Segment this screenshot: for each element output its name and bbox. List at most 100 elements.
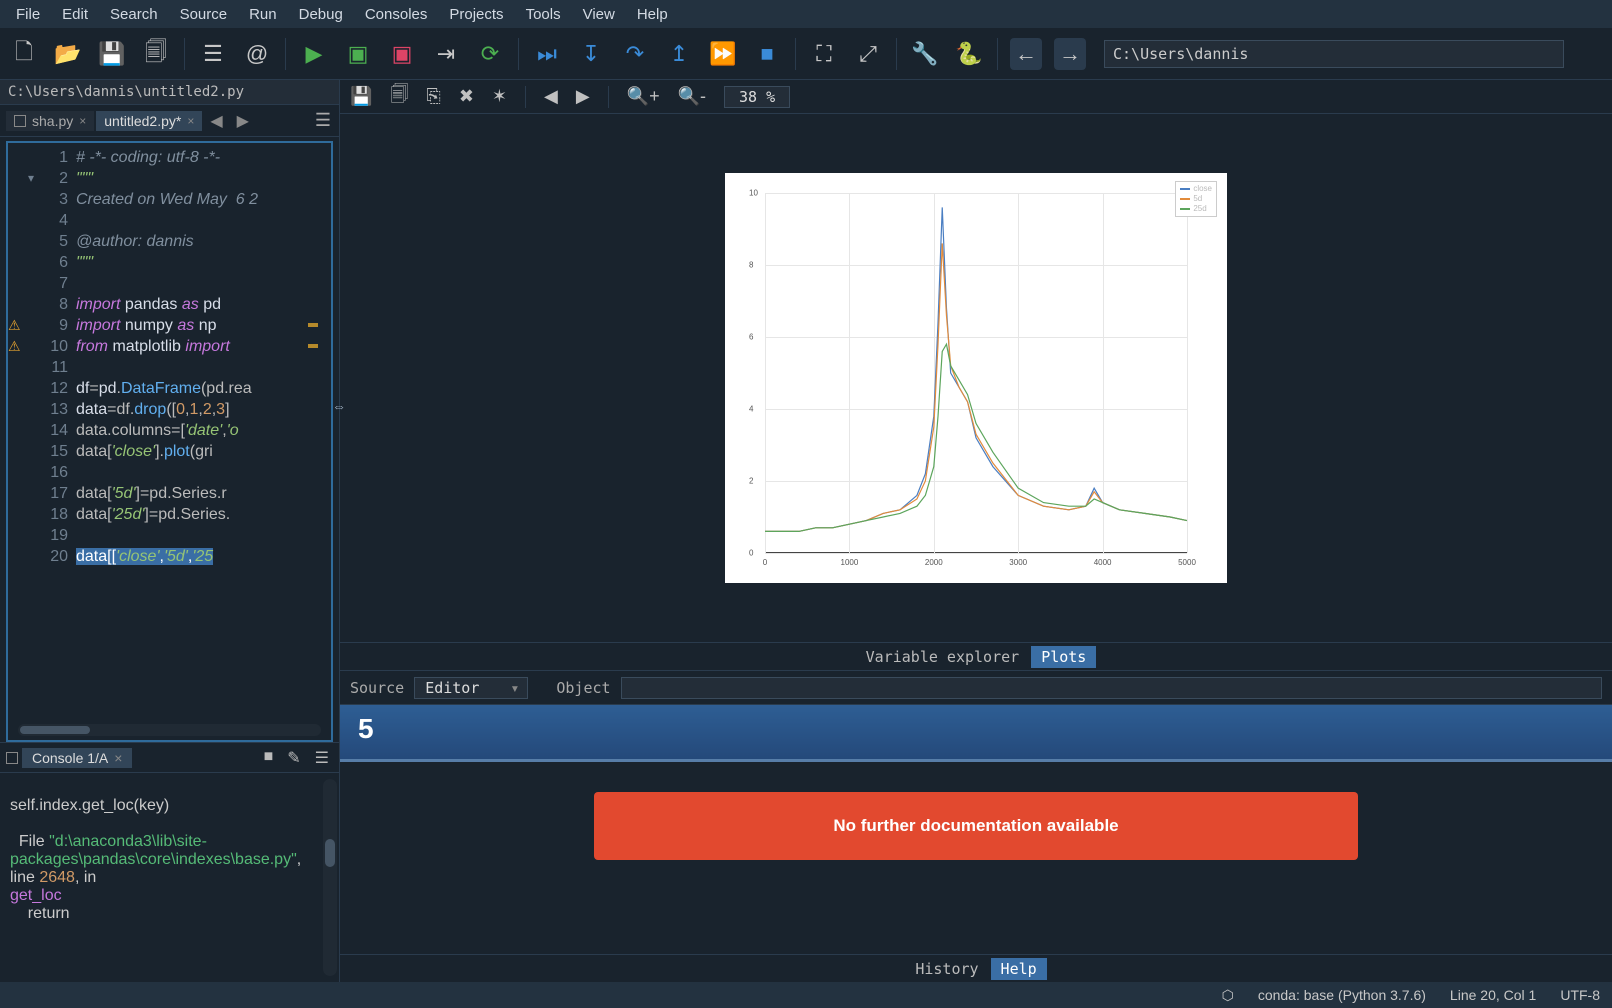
editor-h-scrollbar[interactable] xyxy=(18,724,321,736)
status-cursor: Line 20, Col 1 xyxy=(1450,987,1536,1003)
console-text: "d:\anaconda3\lib\site-packages\pandas\c… xyxy=(10,833,297,868)
open-file-icon[interactable]: 📂 xyxy=(52,38,84,70)
console-pane: Console 1/A × ■ ✎ ☰ self.index.get_loc(k… xyxy=(0,742,339,982)
rerun-icon[interactable]: ⟳ xyxy=(474,38,506,70)
editor-tab-label: untitled2.py* xyxy=(104,113,181,129)
remove-plot-icon[interactable]: ✖ xyxy=(459,86,474,107)
zoom-value: 38 % xyxy=(724,86,790,108)
zoom-out-icon[interactable]: 🔍- xyxy=(678,86,706,107)
splitter-handle-icon[interactable]: ⇔ xyxy=(332,398,346,414)
console-menu-icon[interactable]: ☰ xyxy=(315,748,329,768)
tab-plots[interactable]: Plots xyxy=(1031,646,1096,668)
forward-icon[interactable]: → xyxy=(1054,38,1086,70)
debug-into-icon[interactable]: ↧ xyxy=(575,38,607,70)
console-text: get_loc xyxy=(10,887,62,904)
help-source-combo[interactable]: Editor xyxy=(414,677,528,699)
run-selection-icon[interactable]: ⇥ xyxy=(430,38,462,70)
help-source-label: Source xyxy=(350,679,404,697)
help-object-input[interactable] xyxy=(621,677,1602,699)
maximize-pane-icon[interactable]: ⛶ xyxy=(808,38,840,70)
remove-all-plots-icon[interactable]: ✶ xyxy=(492,86,507,107)
console-text: File xyxy=(19,833,45,850)
tab-scroll-right-icon[interactable]: ▶ xyxy=(231,111,255,131)
main-toolbar: 🗋 📂 💾 🗐 ☰ @ ▶ ▣ ▣ ⇥ ⟳ ⏭ ↧ ↷ ↥ ⏩ ■ ⛶ ⤢ 🔧 … xyxy=(0,28,1612,80)
status-env[interactable]: conda: base (Python 3.7.6) xyxy=(1258,987,1426,1003)
run-cell-icon[interactable]: ▣ xyxy=(342,38,374,70)
debug-continue-icon[interactable]: ⏩ xyxy=(707,38,739,70)
menu-tools[interactable]: Tools xyxy=(516,4,571,25)
run-icon[interactable]: ▶ xyxy=(298,38,330,70)
save-icon[interactable]: 💾 xyxy=(96,38,128,70)
debug-stop-icon[interactable]: ■ xyxy=(751,38,783,70)
menu-consoles[interactable]: Consoles xyxy=(355,4,438,25)
debug-out-icon[interactable]: ↥ xyxy=(663,38,695,70)
chart-legend: close5d25d xyxy=(1175,181,1217,217)
editor-tab[interactable]: untitled2.py* × xyxy=(96,111,202,131)
help-pane: Source Editor Object 5 No further docume… xyxy=(340,670,1612,982)
editor-tab-bar: sha.py × untitled2.py* × ◀ ▶ ☰ xyxy=(0,105,339,137)
menu-debug[interactable]: Debug xyxy=(289,4,353,25)
menu-edit[interactable]: Edit xyxy=(52,4,98,25)
at-icon[interactable]: @ xyxy=(241,38,273,70)
menu-file[interactable]: File xyxy=(6,4,50,25)
plot-toolbar: 💾 🗐 ⎘ ✖ ✶ ◀ ▶ 🔍+ 🔍- 38 % xyxy=(340,80,1612,114)
console-v-scrollbar[interactable] xyxy=(323,779,337,976)
python-path-icon[interactable]: 🐍 xyxy=(953,38,985,70)
close-tab-icon[interactable]: × xyxy=(187,114,194,128)
console-icon xyxy=(6,752,18,764)
save-all-icon[interactable]: 🗐 xyxy=(140,38,172,70)
code-editor[interactable]: 1234567891011121314151617181920 # -*- co… xyxy=(6,141,333,742)
debug-over-icon[interactable]: ↷ xyxy=(619,38,651,70)
console-text: return xyxy=(28,905,70,922)
help-alert: No further documentation available xyxy=(594,792,1357,860)
console-text: self.index.get_loc(key) xyxy=(10,797,169,814)
editor-tab-label: sha.py xyxy=(32,113,73,129)
status-encoding: UTF-8 xyxy=(1560,987,1600,1003)
fullscreen-icon[interactable]: ⤢ xyxy=(852,38,884,70)
back-icon[interactable]: ← xyxy=(1010,38,1042,70)
tab-menu-icon[interactable]: ☰ xyxy=(307,108,339,133)
run-cell-advance-icon[interactable]: ▣ xyxy=(386,38,418,70)
outline-icon[interactable]: ☰ xyxy=(197,38,229,70)
plot-figure: close5d25d 0246810010002000300040005000 xyxy=(725,173,1227,583)
help-pane-tabs: History Help xyxy=(340,954,1612,982)
close-console-icon[interactable]: × xyxy=(114,750,122,766)
menu-projects[interactable]: Projects xyxy=(439,4,513,25)
console-text: , in xyxy=(75,869,96,886)
menu-help[interactable]: Help xyxy=(627,4,678,25)
preferences-icon[interactable]: 🔧 xyxy=(909,38,941,70)
copy-plot-icon[interactable]: ⎘ xyxy=(426,86,440,107)
menu-bar: FileEditSearchSourceRunDebugConsolesProj… xyxy=(0,0,1612,28)
file-icon xyxy=(14,115,26,127)
interrupt-kernel-icon[interactable]: ■ xyxy=(264,748,274,768)
debug-step-icon[interactable]: ⏭ xyxy=(531,38,563,70)
editor-tab[interactable]: sha.py × xyxy=(6,111,94,131)
close-tab-icon[interactable]: × xyxy=(79,114,86,128)
editor-path-bar: C:\Users\dannis\untitled2.py xyxy=(0,80,339,105)
help-object-label: Object xyxy=(556,679,610,697)
save-all-plots-icon[interactable]: 🗐 xyxy=(390,82,408,112)
console-text: 2648 xyxy=(39,869,75,886)
zoom-in-icon[interactable]: 🔍+ xyxy=(627,86,660,107)
status-cube-icon: ⬡ xyxy=(1222,987,1234,1004)
tab-scroll-left-icon[interactable]: ◀ xyxy=(204,111,228,131)
tab-variable-explorer[interactable]: Variable explorer xyxy=(856,646,1030,668)
menu-source[interactable]: Source xyxy=(170,4,238,25)
console-tab[interactable]: Console 1/A × xyxy=(22,748,132,768)
tab-history[interactable]: History xyxy=(905,958,988,980)
next-plot-icon[interactable]: ▶ xyxy=(576,86,590,107)
plot-pane-tabs: Variable explorer Plots xyxy=(340,642,1612,670)
plot-pane: 💾 🗐 ⎘ ✖ ✶ ◀ ▶ 🔍+ 🔍- 38 % c xyxy=(340,80,1612,670)
working-dir-input[interactable]: C:\Users\dannis xyxy=(1104,40,1564,68)
menu-run[interactable]: Run xyxy=(239,4,287,25)
menu-search[interactable]: Search xyxy=(100,4,168,25)
help-title: 5 xyxy=(340,705,1612,762)
tab-help[interactable]: Help xyxy=(991,958,1047,980)
prev-plot-icon[interactable]: ◀ xyxy=(544,86,558,107)
menu-view[interactable]: View xyxy=(573,4,625,25)
clear-console-icon[interactable]: ✎ xyxy=(287,748,300,768)
save-plot-icon[interactable]: 💾 xyxy=(350,86,372,107)
console-tab-label: Console 1/A xyxy=(32,750,108,766)
console-output[interactable]: self.index.get_loc(key) File "d:\anacond… xyxy=(0,773,339,982)
new-file-icon[interactable]: 🗋 xyxy=(8,38,40,70)
